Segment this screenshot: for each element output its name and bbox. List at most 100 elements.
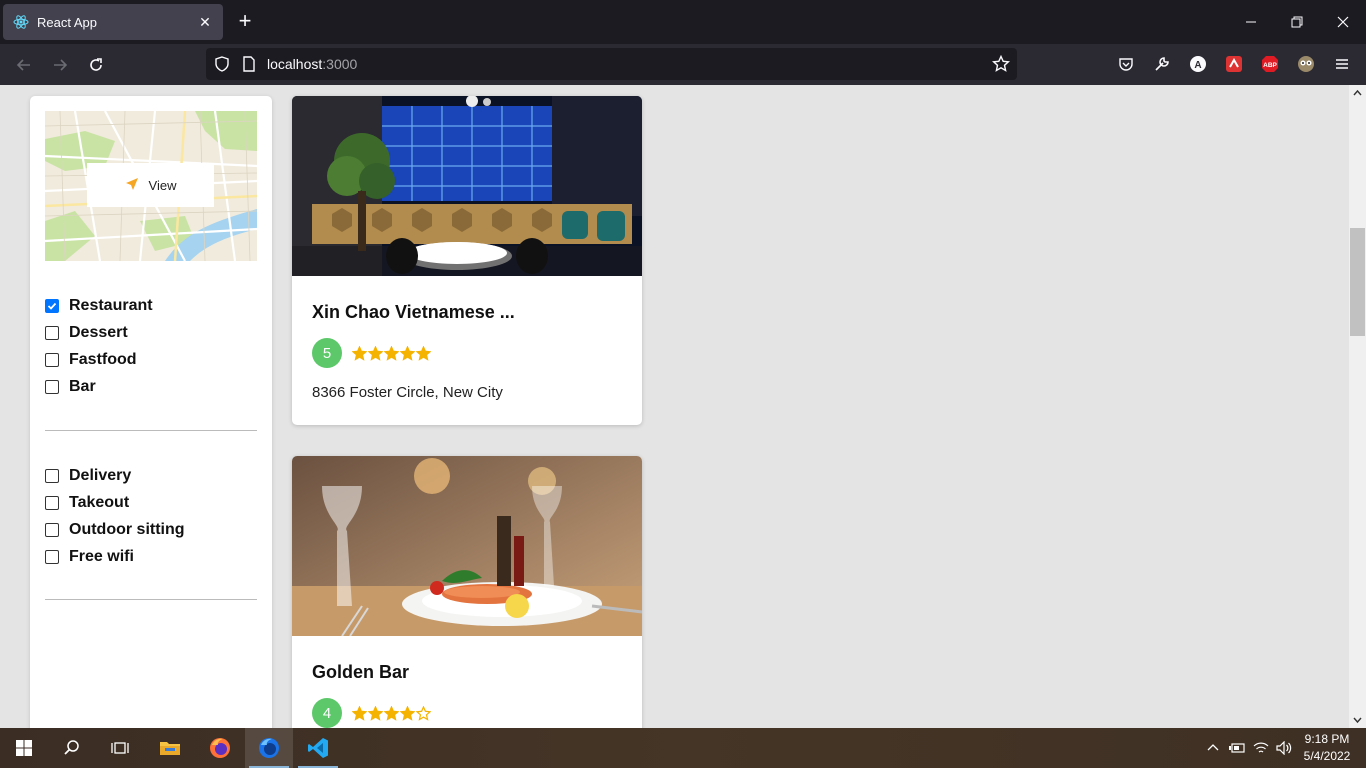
filter-label: Takeout — [69, 493, 130, 511]
task-view-button[interactable] — [96, 728, 144, 768]
restaurant-bar-photo — [292, 96, 642, 276]
star-filled-icon — [384, 345, 399, 361]
filter-label: Outdoor sitting — [69, 520, 185, 538]
view-map-button-label: View — [148, 177, 177, 193]
scroll-down-arrow-icon[interactable] — [1353, 715, 1362, 724]
close-window-button[interactable] — [1333, 12, 1353, 32]
restore-button[interactable] — [1287, 12, 1307, 32]
rating-row: 4 — [312, 698, 622, 728]
owl-extension-icon[interactable] — [1296, 54, 1316, 74]
star-empty-icon — [416, 705, 431, 721]
bookmark-star-icon[interactable] — [991, 54, 1011, 78]
windows-taskbar: 9:18 PM 5/4/2022 — [0, 728, 1366, 768]
speaker-icon — [1276, 741, 1292, 755]
star-filled-icon — [352, 345, 367, 361]
firefox-button[interactable] — [196, 728, 244, 768]
start-button[interactable] — [0, 728, 48, 768]
url-bar[interactable]: localhost:3000 — [206, 48, 1017, 80]
close-tab-icon[interactable]: ✕ — [197, 14, 213, 31]
volume-tray-button[interactable] — [1275, 728, 1293, 768]
checkbox[interactable] — [45, 352, 59, 367]
tab-title: React App — [37, 14, 97, 30]
url-text[interactable]: localhost:3000 — [267, 56, 357, 72]
forward-button[interactable] — [48, 53, 72, 77]
taskbar-clock[interactable]: 9:18 PM 5/4/2022 — [1296, 731, 1358, 765]
listing-card[interactable]: Xin Chao Vietnamese ... 5 8366 Foster Ci… — [292, 96, 642, 425]
view-map-button[interactable]: View — [87, 163, 214, 207]
url-host: localhost — [267, 56, 323, 72]
windows-logo-icon — [16, 740, 32, 756]
vscode-button[interactable] — [294, 728, 342, 768]
scrollbar-thumb[interactable] — [1350, 228, 1365, 336]
wrench-icon[interactable] — [1152, 54, 1172, 74]
search-icon — [64, 740, 79, 755]
scroll-up-arrow-icon[interactable] — [1353, 89, 1362, 98]
file-explorer-button[interactable] — [146, 728, 194, 768]
category-filters: Restaurant Dessert Fastfood Bar — [45, 292, 153, 400]
back-button[interactable] — [12, 53, 36, 77]
svg-text:ABP: ABP — [1263, 62, 1277, 69]
filter-outdoor-sitting[interactable]: Outdoor sitting — [45, 516, 185, 543]
filter-label: Restaurant — [69, 296, 153, 314]
filter-fastfood[interactable]: Fastfood — [45, 346, 153, 373]
checkbox[interactable] — [45, 522, 59, 537]
filter-free-wifi[interactable]: Free wifi — [45, 543, 185, 570]
filter-label: Fastfood — [69, 350, 137, 368]
checkbox[interactable] — [45, 549, 59, 564]
page-scrollbar[interactable] — [1349, 85, 1366, 728]
clock-date: 5/4/2022 — [1303, 749, 1351, 763]
star-filled-icon — [416, 345, 431, 361]
checkbox-checked[interactable] — [45, 298, 59, 313]
filter-restaurant[interactable]: Restaurant — [45, 292, 153, 319]
filter-label: Dessert — [69, 323, 128, 341]
url-port: :3000 — [322, 56, 358, 72]
star-filled-icon — [352, 705, 367, 721]
star-filled-icon — [384, 705, 399, 721]
adblock-plus-icon[interactable]: ABP — [1260, 54, 1280, 74]
star-filled-icon — [368, 705, 383, 721]
navigation-arrow-icon — [125, 177, 139, 194]
listing-name[interactable]: Golden Bar — [312, 662, 622, 684]
menu-hamburger-icon[interactable] — [1332, 54, 1352, 74]
battery-tray-button[interactable] — [1228, 728, 1246, 768]
tray-expand-button[interactable] — [1204, 728, 1222, 768]
filter-takeout[interactable]: Takeout — [45, 489, 185, 516]
rating-badge: 5 — [312, 338, 342, 368]
filter-dessert[interactable]: Dessert — [45, 319, 153, 346]
wifi-icon — [1253, 742, 1269, 753]
firefox-developer-icon — [259, 738, 279, 758]
checkbox[interactable] — [45, 468, 59, 483]
page-info-icon[interactable] — [242, 56, 256, 77]
listing-address: 8366 Foster Circle, New City — [312, 384, 503, 401]
filter-delivery[interactable]: Delivery — [45, 462, 185, 489]
filter-label: Bar — [69, 377, 96, 395]
map-preview[interactable]: View — [45, 111, 257, 261]
page-viewport: View Restaurant Dessert Fastfood Bar Del… — [0, 85, 1349, 728]
star-filled-icon — [368, 345, 383, 361]
browser-navbar: localhost:3000 A ABP — [0, 44, 1366, 85]
reload-button[interactable] — [84, 53, 108, 77]
filter-bar[interactable]: Bar — [45, 373, 153, 400]
checkbox[interactable] — [45, 495, 59, 510]
star-filled-icon — [400, 345, 415, 361]
minimize-button[interactable] — [1241, 12, 1261, 32]
tracking-protection-shield-icon[interactable] — [214, 56, 230, 77]
search-button[interactable] — [48, 728, 96, 768]
battery-icon — [1229, 743, 1245, 753]
filter-sidebar: View Restaurant Dessert Fastfood Bar Del… — [30, 96, 272, 728]
red-extension-icon[interactable] — [1224, 54, 1244, 74]
svg-text:A: A — [1194, 60, 1201, 71]
task-view-icon — [111, 742, 129, 754]
listing-name[interactable]: Xin Chao Vietnamese ... — [312, 302, 622, 324]
listing-card[interactable]: Golden Bar 4 — [292, 456, 642, 728]
account-extension-icon[interactable]: A — [1188, 54, 1208, 74]
checkbox[interactable] — [45, 325, 59, 340]
firefox-developer-button[interactable] — [245, 728, 293, 768]
pocket-icon[interactable] — [1116, 54, 1136, 74]
new-tab-button[interactable]: + — [234, 10, 256, 32]
star-filled-icon — [400, 705, 415, 721]
browser-tab[interactable]: React App ✕ — [3, 4, 223, 40]
filter-label: Delivery — [69, 466, 132, 484]
checkbox[interactable] — [45, 379, 59, 394]
network-tray-button[interactable] — [1252, 728, 1270, 768]
